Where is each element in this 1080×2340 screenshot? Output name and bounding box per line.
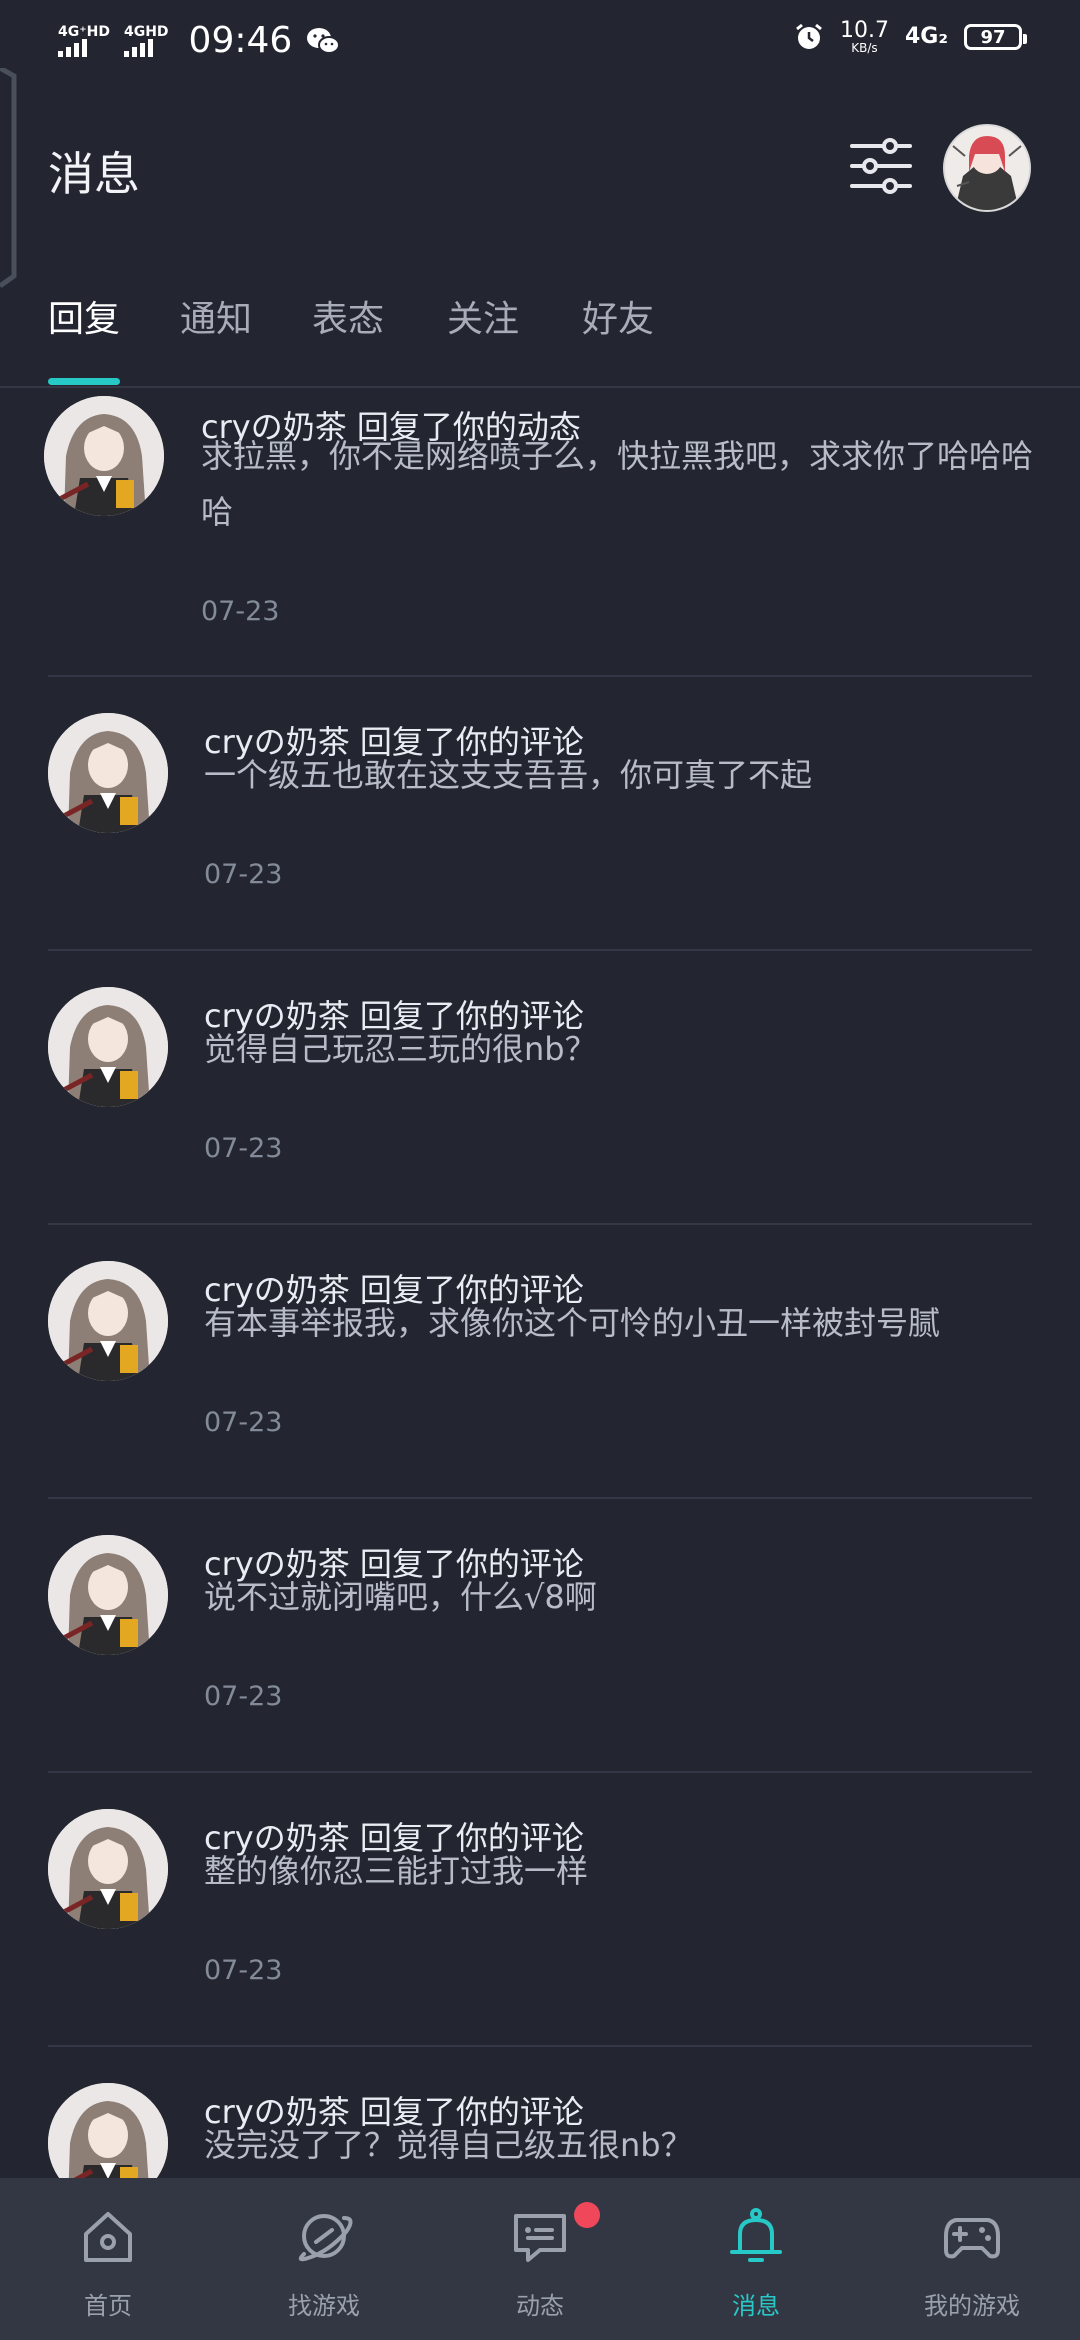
network-speed-value: 10.7 — [840, 18, 889, 43]
clock: 09:46 — [188, 20, 293, 61]
nav-find-games[interactable]: 找游戏 — [216, 2178, 432, 2340]
alarm-icon — [796, 23, 822, 49]
tab-bar: 回复 通知 表态 关注 好友 — [0, 290, 1080, 388]
nav-feed-label: 动态 — [516, 2292, 564, 2320]
message-body: 整的像你忍三能打过我一样 — [204, 1852, 589, 1890]
signal-1: 4G⁺HD — [58, 25, 110, 57]
signal-bars-icon — [123, 38, 153, 57]
nav-home-label: 首页 — [84, 2292, 132, 2320]
message-body: 有本事举报我，求像你这个可怜的小丑一样被封号腻 — [204, 1304, 941, 1342]
edge-decoration — [0, 68, 17, 288]
avatar-image — [48, 1261, 168, 1381]
nav-messages[interactable]: 消息 — [648, 2178, 864, 2340]
nav-messages-label: 消息 — [732, 2292, 780, 2320]
message-list[interactable]: cryの奶茶 回复了你的动态 求拉黑，你不是网络喷子么，快拉黑我吧，求求你了哈哈… — [0, 388, 1080, 2178]
battery-icon: 97 — [964, 24, 1027, 50]
network-type: 4G₂ — [904, 24, 948, 49]
active-tab-indicator — [48, 378, 120, 385]
avatar[interactable] — [48, 2083, 168, 2178]
avatar-image — [48, 2083, 168, 2178]
message-body: 求拉黑，你不是网络喷子么，快拉黑我吧，求求你了哈哈哈哈 — [201, 437, 1034, 531]
avatar[interactable] — [48, 1809, 168, 1929]
profile-avatar[interactable] — [943, 124, 1031, 212]
message-body: 一个级五也敢在这支支吾吾，你可真了不起 — [204, 756, 813, 794]
planet-icon — [298, 2214, 353, 2262]
message-body: 觉得自己玩忍三玩的很nb？ — [204, 1030, 597, 1068]
tab-reactions[interactable]: 表态 — [312, 290, 384, 342]
tab-friends[interactable]: 好友 — [582, 290, 654, 342]
notification-badge — [574, 2202, 600, 2228]
nav-my-games[interactable]: 我的游戏 — [864, 2178, 1080, 2340]
list-item[interactable]: cryの奶茶 回复了你的动态 求拉黑，你不是网络喷子么，快拉黑我吧，求求你了哈哈… — [44, 388, 1033, 677]
message-date: 07-23 — [204, 1133, 283, 1164]
message-date: 07-23 — [204, 1407, 283, 1438]
wechat-icon — [307, 27, 341, 54]
message-date: 07-23 — [204, 1681, 283, 1712]
nav-home[interactable]: 首页 — [0, 2178, 216, 2340]
message-body: 说不过就闭嘴吧，什么√8啊 — [204, 1578, 597, 1616]
list-item[interactable]: cryの奶茶 回复了你的评论 说不过就闭嘴吧，什么√8啊 07-23 — [48, 1499, 1032, 1773]
avatar-image — [48, 987, 168, 1107]
list-item[interactable]: cryの奶茶 回复了你的评论 一个级五也敢在这支支吾吾，你可真了不起 07-23 — [48, 677, 1032, 951]
tab-replies[interactable]: 回复 — [48, 290, 120, 342]
network-speed: 10.7 KB/s — [840, 18, 889, 55]
avatar-image — [48, 713, 168, 833]
tab-follows[interactable]: 关注 — [447, 290, 519, 342]
avatar[interactable] — [48, 987, 168, 1107]
gamepad-icon — [944, 2218, 1000, 2259]
profile-avatar-image — [945, 126, 1029, 210]
list-item[interactable]: cryの奶茶 回复了你的评论 没完没了了？觉得自己级五很nb？ — [48, 2047, 1032, 2178]
filter-sliders-icon[interactable] — [850, 136, 912, 196]
avatar[interactable] — [44, 396, 164, 516]
page-title: 消息 — [48, 147, 140, 201]
nav-feed[interactable]: 动态 — [432, 2178, 648, 2340]
bell-icon — [730, 2208, 782, 2262]
signal-2: 4GHD — [123, 23, 169, 57]
signal-1-label: 4G⁺HD — [58, 23, 110, 40]
nav-my-games-label: 我的游戏 — [924, 2292, 1020, 2320]
status-bar: 4G⁺HD 4GHD 09:46 10.7 KB/s 4G₂ 97 — [0, 0, 1080, 84]
list-item[interactable]: cryの奶茶 回复了你的评论 整的像你忍三能打过我一样 07-23 — [48, 1773, 1032, 2047]
avatar[interactable] — [48, 1535, 168, 1655]
message-date: 07-23 — [201, 596, 280, 627]
list-item[interactable]: cryの奶茶 回复了你的评论 觉得自己玩忍三玩的很nb？ 07-23 — [48, 951, 1032, 1225]
home-icon — [84, 2212, 132, 2262]
bottom-nav: 首页 找游戏 动态 消息 我的游戏 — [0, 2178, 1080, 2340]
network-speed-unit: KB/s — [851, 41, 878, 55]
signal-2-label: 4GHD — [123, 23, 169, 40]
battery-level: 97 — [980, 26, 1006, 48]
list-item[interactable]: cryの奶茶 回复了你的评论 有本事举报我，求像你这个可怜的小丑一样被封号腻 0… — [48, 1225, 1032, 1499]
message-date: 07-23 — [204, 1955, 283, 1986]
message-date: 07-23 — [204, 859, 283, 890]
avatar[interactable] — [48, 1261, 168, 1381]
message-body: 没完没了了？觉得自己级五很nb？ — [204, 2126, 693, 2164]
tab-notifications[interactable]: 通知 — [180, 290, 252, 342]
chat-bubble-icon — [514, 2214, 566, 2262]
signal-bars-icon — [58, 38, 87, 57]
avatar-image — [48, 1809, 168, 1929]
avatar[interactable] — [48, 713, 168, 833]
avatar-image — [44, 396, 164, 516]
avatar-image — [48, 1535, 168, 1655]
nav-find-games-label: 找游戏 — [288, 2292, 360, 2320]
